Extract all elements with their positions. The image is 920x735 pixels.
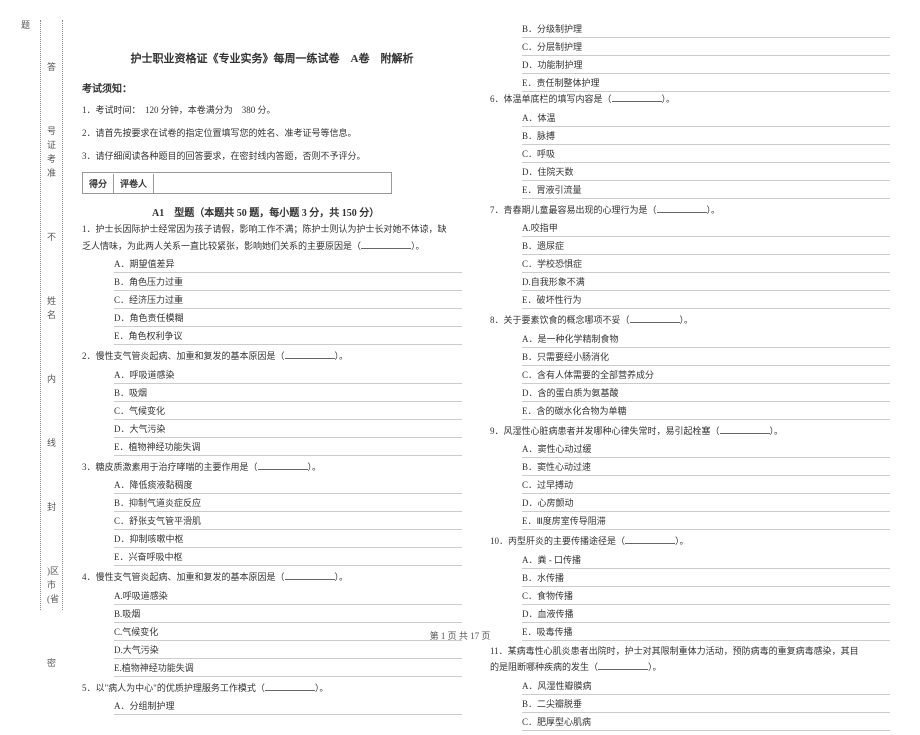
option: B.吸烟 xyxy=(114,605,462,623)
option: A．分组制护理 xyxy=(114,697,462,715)
option: A．窦性心动过缓 xyxy=(522,440,890,458)
option: D．血液传播 xyxy=(522,605,890,623)
answer-blank[interactable] xyxy=(630,313,680,323)
binding-margin-col2: 答 号证考准 不 姓名 内 线 封 )区市(省 密 xyxy=(47,60,59,720)
option: B．只需要经小肠消化 xyxy=(522,348,890,366)
option: D．心房颤动 xyxy=(522,494,890,512)
option: B．水传播 xyxy=(522,569,890,587)
answer-blank[interactable] xyxy=(285,349,335,359)
option: C．食物传播 xyxy=(522,587,890,605)
option: D．住院天数 xyxy=(522,163,890,181)
option: D．角色责任模糊 xyxy=(114,309,462,327)
option: C．气候变化 xyxy=(114,402,462,420)
option: D．抑制咳嗽中枢 xyxy=(114,530,462,548)
option: E．兴奋呼吸中枢 xyxy=(114,548,462,566)
option: E．胃液引流量 xyxy=(522,181,890,199)
answer-blank[interactable] xyxy=(285,570,335,580)
section-a1-title: A1 型题（本题共 50 题，每小题 3 分，共 150 分） xyxy=(152,204,379,219)
option: B．脉搏 xyxy=(522,127,890,145)
option: E.植物神经功能失调 xyxy=(114,659,462,677)
left-column: 护士职业资格证《专业实务》每周一练试卷 A卷 附解析 考试须知： 1．考试时间：… xyxy=(82,20,462,719)
right-column: B．分级制护理 C．分层制护理 D．功能制护理 E．责任制整体护理 6．体温单底… xyxy=(490,20,890,735)
option: E．责任制整体护理 xyxy=(522,74,890,92)
answer-blank[interactable] xyxy=(657,203,707,213)
notice-2: 2．请首先按要求在试卷的指定位置填写您的姓名、准考证号等信息。 xyxy=(82,126,462,139)
option: D．功能制护理 xyxy=(522,56,890,74)
exam-title: 护士职业资格证《专业实务》每周一练试卷 A卷 附解析 xyxy=(82,50,462,66)
option: A．粪 - 口传播 xyxy=(522,551,890,569)
option: A．风湿性瓣膜病 xyxy=(522,677,890,695)
question-1: 1．护士长因际护士经常因为孩子请假，影响工作不满；陈护士则认为护士长对她不体谅，… xyxy=(82,223,462,345)
option: B．窦性心动过速 xyxy=(522,458,890,476)
option: A．期望值差异 xyxy=(114,255,462,273)
question-11: 11．某病毒性心肌炎患者出院时，护士对其限制重体力活动，预防病毒的重复病毒感染，… xyxy=(490,645,890,731)
answer-blank[interactable] xyxy=(598,660,648,670)
binding-margin-col1: 题 xyxy=(18,20,32,71)
option: C．过早搏动 xyxy=(522,476,890,494)
answer-blank[interactable] xyxy=(720,424,770,434)
option: A．呼吸道感染 xyxy=(114,366,462,384)
question-4: 4．慢性支气管炎起病、加重和复发的基本原因是（）。 A.呼吸道感染 B.吸烟 C… xyxy=(82,570,462,677)
notice-3: 3．请仔细阅读各种题目的回答要求，在密封线内答题，否则不予评分。 xyxy=(82,149,462,162)
score-table: 得分 评卷人 xyxy=(82,172,392,194)
option: B．吸烟 xyxy=(114,384,462,402)
option: B．角色压力过重 xyxy=(114,273,462,291)
score-label: 得分 xyxy=(83,174,114,193)
option: C．经济压力过重 xyxy=(114,291,462,309)
option: E．植物神经功能失调 xyxy=(114,438,462,456)
question-8: 8．关于要素饮食的概念哪项不妥（）。 A．是一种化学精制食物 B．只需要经小肠消… xyxy=(490,313,890,420)
option: A．降低痰液黏稠度 xyxy=(114,476,462,494)
option: C．肥厚型心肌病 xyxy=(522,713,890,731)
answer-blank[interactable] xyxy=(612,92,662,102)
option: B．抑制气道炎症反应 xyxy=(114,494,462,512)
option: A．体温 xyxy=(522,109,890,127)
question-10: 10．丙型肝炎的主要传播途径是（）。 A．粪 - 口传播 B．水传播 C．食物传… xyxy=(490,534,890,641)
grader-label: 评卷人 xyxy=(114,174,154,193)
option: B．遗尿症 xyxy=(522,237,890,255)
option: B．分级制护理 xyxy=(522,20,890,38)
question-7: 7．青春期儿童最容易出现的心理行为是（）。 A.咬指甲 B．遗尿症 C．学校恐惧… xyxy=(490,203,890,310)
question-6: 6．体温单底栏的填写内容是（）。 A．体温 B．脉搏 C．呼吸 D．住院天数 E… xyxy=(490,92,890,199)
option: E．破坏性行为 xyxy=(522,291,890,309)
option: E．Ⅲ度房室传导阻滞 xyxy=(522,512,890,530)
answer-blank[interactable] xyxy=(265,681,315,691)
option: D．含的蛋白质为氨基酸 xyxy=(522,384,890,402)
option: E．角色权利争议 xyxy=(114,327,462,345)
option: A.咬指甲 xyxy=(522,219,890,237)
question-9: 9．风湿性心脏病患者并发哪种心律失常时，易引起栓塞（）。 A．窦性心动过缓 B．… xyxy=(490,424,890,531)
option: C．分层制护理 xyxy=(522,38,890,56)
option: D.自我形象不满 xyxy=(522,273,890,291)
question-5: 5．以"病人为中心"的优质护理服务工作模式（）。 A．分组制护理 xyxy=(82,681,462,716)
page-footer: 第 1 页 共 17 页 xyxy=(0,629,920,642)
option: B．二尖瓣脱垂 xyxy=(522,695,890,713)
option: A.呼吸道感染 xyxy=(114,587,462,605)
answer-blank[interactable] xyxy=(625,534,675,544)
option: C．呼吸 xyxy=(522,145,890,163)
answer-blank[interactable] xyxy=(361,239,411,249)
option: C．舒张支气管平滑肌 xyxy=(114,512,462,530)
question-3: 3．糖皮质激素用于治疗哮喘的主要作用是（）。 A．降低痰液黏稠度 B．抑制气道炎… xyxy=(82,460,462,567)
question-2: 2．慢性支气管炎起病、加重和复发的基本原因是（）。 A．呼吸道感染 B．吸烟 C… xyxy=(82,349,462,456)
option: C．学校恐惧症 xyxy=(522,255,890,273)
notice-1: 1．考试时间： 120 分钟，本卷满分为 380 分。 xyxy=(82,103,462,116)
answer-blank[interactable] xyxy=(258,460,308,470)
option: A．是一种化学精制食物 xyxy=(522,330,890,348)
option: C．含有人体需要的全部营养成分 xyxy=(522,366,890,384)
notice-heading: 考试须知： xyxy=(82,80,462,95)
option: E．含的碳水化合物为单糖 xyxy=(522,402,890,420)
option: D．大气污染 xyxy=(114,420,462,438)
